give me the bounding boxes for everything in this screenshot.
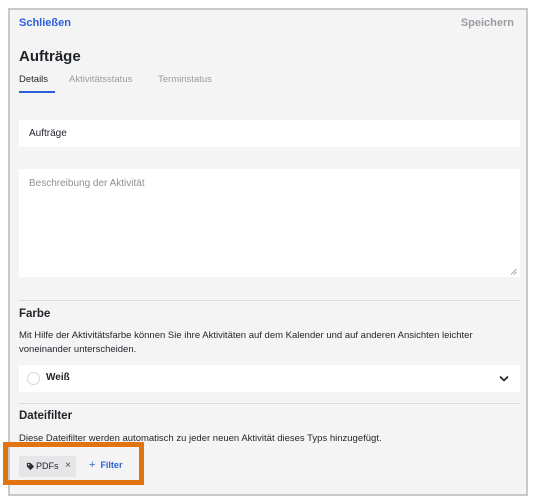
top-bar: Schließen Speichern [10, 10, 526, 40]
file-filter-section-title: Dateifilter [19, 410, 73, 422]
close-icon[interactable]: × [65, 460, 71, 472]
color-section-title: Farbe [19, 308, 51, 320]
tab-activity-status[interactable]: Aktivitätsstatus [69, 74, 132, 85]
page-title: Aufträge [19, 48, 81, 65]
selected-color-label: Weiß [46, 372, 70, 383]
filter-chip-label: PDFs [36, 461, 59, 471]
divider [19, 403, 520, 404]
plus-icon: + [89, 459, 96, 471]
divider [19, 300, 520, 301]
tag-icon [26, 462, 35, 471]
chevron-down-icon [499, 376, 509, 382]
file-filter-section-description: Diese Dateifilter werden automatisch zu … [19, 433, 382, 444]
activity-description-textarea[interactable] [19, 169, 520, 277]
activity-name-input[interactable] [19, 120, 520, 147]
filter-chip-pdfs[interactable]: PDFs × [19, 456, 76, 477]
color-select[interactable]: Weiß [19, 365, 520, 392]
resize-handle-icon[interactable] [510, 268, 517, 275]
save-button[interactable]: Speichern [461, 17, 514, 29]
active-tab-indicator [19, 91, 55, 93]
tab-appointment-status[interactable]: Terminstatus [158, 74, 212, 85]
add-filter-label: Filter [100, 460, 123, 470]
close-button[interactable]: Schließen [19, 17, 71, 29]
color-swatch [27, 372, 40, 385]
color-section-description: Mit Hilfe der Aktivitätsfarbe können Sie… [19, 330, 473, 355]
tab-details[interactable]: Details [19, 74, 48, 85]
add-filter-button[interactable]: + Filter [89, 459, 122, 471]
activity-type-panel: Schließen Speichern Aufträge Details Akt… [8, 8, 528, 496]
